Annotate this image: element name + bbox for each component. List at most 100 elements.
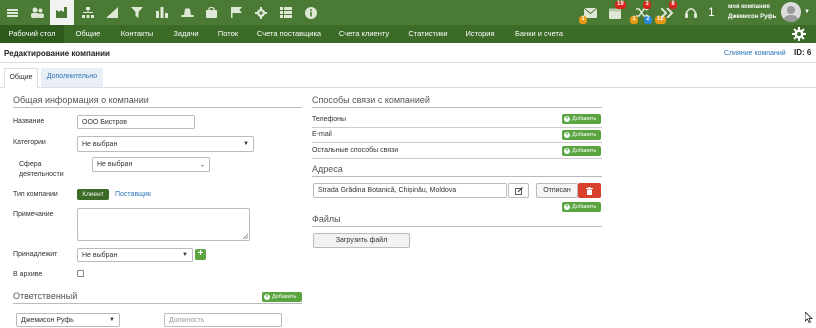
users-icon[interactable] <box>27 3 47 22</box>
category-value: Не выбран <box>82 140 118 148</box>
user-menu-chevron-icon[interactable]: ▼ <box>804 9 810 15</box>
nav-supplier-invoices[interactable]: Счета поставщика <box>250 25 328 43</box>
plus-circle-icon: + <box>564 148 570 154</box>
nav-tasks[interactable]: Задачи <box>164 25 208 43</box>
name-label: Название <box>13 118 45 125</box>
settings-gear-icon[interactable] <box>792 27 806 43</box>
page-header: Редактирование компании Слияние компаний… <box>0 43 816 63</box>
user-name: Джемисон Руфь <box>728 14 777 20</box>
chevron-down-icon: ⌄ <box>199 162 205 168</box>
caret-down-icon: ▼ <box>182 252 188 258</box>
add-email-button[interactable]: + Добавить <box>562 130 601 140</box>
email-label: E-mail <box>312 131 332 138</box>
responsible-select[interactable]: Джемисон Руфь ▼ <box>16 313 120 327</box>
hat-icon[interactable] <box>177 3 197 22</box>
forward-top-badge: 8 <box>669 1 677 9</box>
sphere-label-2: деятельности <box>19 171 64 178</box>
nav-history[interactable]: История <box>460 25 500 43</box>
caret-down-icon: ▼ <box>243 141 249 147</box>
shuffle-top-badge: 3 <box>643 1 651 9</box>
resize-handle-icon <box>243 234 248 239</box>
address-input[interactable]: Strada Grădina Botanică, Chișinău, Moldo… <box>313 183 507 198</box>
headset-icon[interactable] <box>681 3 701 22</box>
email-row: E-mail <box>312 128 602 143</box>
caret-down-icon: ▼ <box>109 317 115 323</box>
tab-additional[interactable]: Дополнительно <box>41 68 103 87</box>
bag-icon[interactable] <box>201 3 221 22</box>
responsible-section-title: Ответственный <box>13 291 302 304</box>
files-section-title: Файлы <box>312 214 602 227</box>
nav-client-invoices[interactable]: Счета клиенту <box>332 25 396 43</box>
archive-checkbox[interactable] <box>77 270 84 277</box>
add-phone-button[interactable]: + Добавить <box>562 114 601 124</box>
main-nav: Рабочий стол Общие Контакты Задачи Поток… <box>0 25 816 43</box>
calendar-top-badge: 19 <box>615 1 626 9</box>
nav-statistics[interactable]: Статистики <box>402 25 454 43</box>
add-other-contact-button[interactable]: + Добавить <box>562 146 601 156</box>
flag-icon[interactable] <box>226 3 246 22</box>
company-id: ID: 6 <box>794 48 812 57</box>
nav-desktop[interactable]: Рабочий стол <box>0 25 64 43</box>
unsubscribe-button[interactable]: Отписан <box>536 183 578 198</box>
mouse-cursor-icon <box>804 311 813 325</box>
user-count: 1 <box>708 5 715 19</box>
plus-circle-icon: + <box>564 132 570 138</box>
filter-icon[interactable] <box>127 3 147 22</box>
avatar[interactable] <box>781 2 801 22</box>
factory-icon[interactable] <box>50 0 74 25</box>
add-responsible-button[interactable]: + Добавить <box>262 292 302 302</box>
add-owner-plus-icon[interactable]: + <box>195 249 206 260</box>
top-toolbar: 1 19 1 3 2 12 8 1 моя компания Джемисон … <box>0 0 816 25</box>
merge-companies-link[interactable]: Слияние компаний <box>724 50 786 57</box>
sphere-label: Сфера <box>19 161 42 168</box>
org-chart-icon[interactable] <box>78 3 98 22</box>
add-address-label: Добавить <box>572 204 597 210</box>
edit-icon <box>514 186 523 195</box>
gear-icon[interactable] <box>251 3 271 22</box>
add-phone-label: Добавить <box>572 116 597 122</box>
belongs-label: Принадлежит <box>13 251 58 258</box>
nav-banks[interactable]: Банки и счета <box>508 25 570 43</box>
list-icon[interactable] <box>276 3 296 22</box>
category-select[interactable]: Не выбран ▼ <box>77 136 254 152</box>
add-other-contact-label: Добавить <box>572 148 597 154</box>
tab-general[interactable]: Общие <box>4 68 38 88</box>
nav-general[interactable]: Общие <box>66 25 110 43</box>
nav-contacts[interactable]: Контакты <box>112 25 162 43</box>
info-icon[interactable] <box>301 3 321 22</box>
note-textarea[interactable] <box>77 208 250 241</box>
bar-chart-icon[interactable] <box>152 3 172 22</box>
belongs-select[interactable]: Не выбран ▼ <box>77 248 193 262</box>
note-label: Примечание <box>13 211 54 218</box>
category-label: Категории <box>13 139 46 146</box>
sphere-select[interactable]: Не выбран ⌄ <box>92 157 210 172</box>
plus-circle-icon: + <box>564 204 570 210</box>
plus-circle-icon: + <box>264 294 270 300</box>
sphere-value: Не выбран <box>97 161 133 168</box>
menu-icon[interactable] <box>2 3 22 22</box>
position-input[interactable]: Должность <box>164 313 282 327</box>
chart-icon[interactable] <box>102 3 122 22</box>
responsible-value: Джемисон Руфь <box>21 316 74 324</box>
type-client-button[interactable]: Клиент <box>77 189 109 200</box>
type-label: Тип компании <box>13 191 58 198</box>
page-title: Редактирование компании <box>4 49 110 58</box>
name-input[interactable]: ООО Бистров <box>77 115 195 129</box>
delete-address-button[interactable] <box>578 183 601 198</box>
add-address-button[interactable]: + Добавить <box>562 202 601 212</box>
contacts-section-title: Способы связи с компанией <box>312 95 602 108</box>
nav-flow[interactable]: Поток <box>209 25 247 43</box>
plus-circle-icon: + <box>564 116 570 122</box>
add-email-label: Добавить <box>572 132 597 138</box>
address-section-title: Адреса <box>312 164 602 177</box>
mail-badge: 1 <box>579 16 587 24</box>
edit-address-button[interactable] <box>508 183 529 198</box>
phones-row: Телефоны <box>312 113 602 128</box>
trash-icon <box>586 186 593 195</box>
add-responsible-label: Добавить <box>272 294 297 300</box>
upload-file-button[interactable]: Загрузить файл <box>313 233 410 248</box>
general-section-title: Общая информация о компании <box>13 95 302 108</box>
other-contacts-row: Остальные способы связи <box>312 144 602 159</box>
type-supplier-button[interactable]: Поставщик <box>115 191 151 198</box>
company-name: моя компания <box>728 4 770 10</box>
